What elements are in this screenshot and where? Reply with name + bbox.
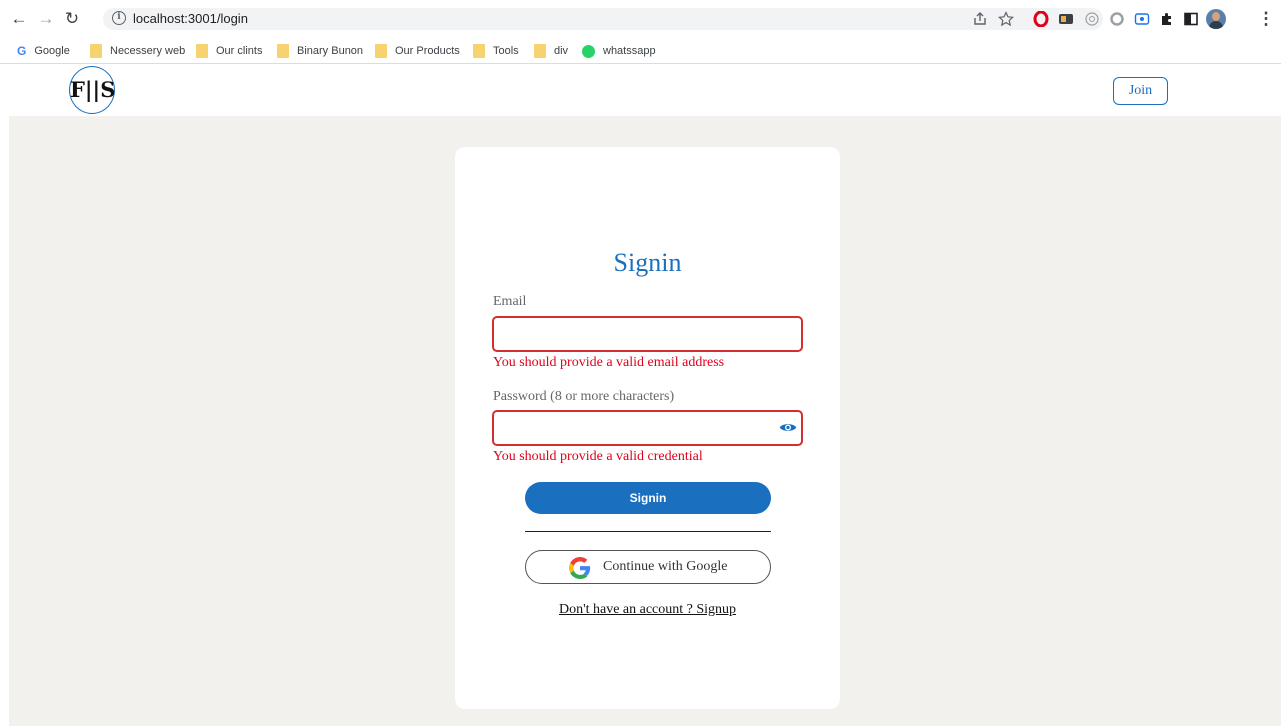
extension-circle-icon[interactable] (1084, 11, 1100, 27)
reload-icon[interactable]: ↻ (62, 9, 82, 29)
bookmark-binary-bunon[interactable]: Binary Bunon (277, 43, 363, 59)
extension-screen-icon[interactable] (1134, 11, 1150, 27)
bookmark-google[interactable]: G Google (17, 43, 70, 59)
email-label: Email (493, 294, 527, 309)
email-field[interactable] (492, 316, 803, 352)
bookmark-tools[interactable]: Tools (473, 43, 519, 59)
whatsapp-icon (582, 44, 595, 58)
continue-with-google-button[interactable]: Continue with Google (525, 550, 771, 584)
bookmarks-bar: G Google Necessery web Our clints Binary… (0, 38, 1281, 64)
signin-card: Signin Email You should provide a valid … (455, 147, 840, 709)
forward-arrow-icon[interactable]: → (36, 9, 56, 29)
bookmark-star-icon[interactable] (998, 11, 1014, 27)
back-arrow-icon[interactable]: ← (9, 9, 29, 29)
bookmark-div[interactable]: div (534, 43, 568, 59)
extension-box-icon[interactable] (1058, 11, 1074, 27)
folder-icon (375, 44, 387, 58)
signin-title: Signin (613, 248, 682, 277)
address-bar[interactable]: i localhost:3001/login (103, 8, 1103, 30)
password-input[interactable] (494, 412, 801, 444)
folder-icon (534, 44, 546, 58)
folder-icon (277, 44, 289, 58)
signin-button[interactable]: Signin (525, 482, 771, 514)
bookmark-necessery-web[interactable]: Necessery web (90, 43, 185, 59)
join-button[interactable]: Join (1113, 77, 1168, 105)
google-g-icon: G (17, 44, 27, 58)
google-button-label: Continue with Google (603, 559, 728, 574)
signup-link[interactable]: Don't have an account ? Signup (455, 602, 840, 618)
browser-menu-icon[interactable]: ⋮ (1256, 9, 1276, 29)
password-field[interactable] (492, 410, 803, 446)
address-url[interactable]: localhost:3001/login (133, 11, 248, 26)
email-error: You should provide a valid email address (493, 355, 725, 370)
bookmark-whatssapp[interactable]: whatssapp (582, 43, 656, 59)
site-info-icon[interactable]: i (112, 11, 126, 25)
folder-icon (90, 44, 102, 58)
password-label: Password (8 or more characters) (493, 389, 675, 404)
email-input[interactable] (494, 318, 801, 350)
logo[interactable]: F||S (69, 66, 115, 114)
extension-ring-icon[interactable] (1109, 11, 1125, 27)
divider (525, 531, 771, 532)
opera-extension-icon[interactable] (1033, 11, 1049, 27)
extensions-puzzle-icon[interactable] (1159, 11, 1175, 27)
show-password-eye-icon[interactable] (779, 421, 797, 434)
profile-avatar[interactable] (1206, 9, 1226, 29)
folder-icon (196, 44, 208, 58)
browser-toolbar: ← → ↻ i localhost:3001/login ⋮ (0, 0, 1281, 38)
side-panel-icon[interactable] (1183, 11, 1199, 27)
page-background: Signin Email You should provide a valid … (9, 116, 1281, 726)
share-icon[interactable] (972, 11, 988, 27)
bookmark-our-products[interactable]: Our Products (375, 43, 460, 59)
google-logo-icon (569, 557, 591, 579)
bookmark-our-clints[interactable]: Our clints (196, 43, 262, 59)
folder-icon (473, 44, 485, 58)
app-header: F||S Join (0, 65, 1281, 116)
password-error: You should provide a valid credential (493, 449, 703, 464)
